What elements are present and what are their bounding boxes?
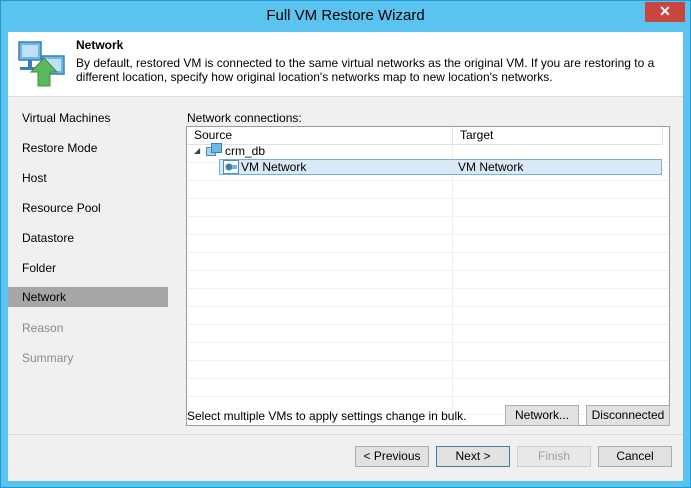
step-reason: Reason xyxy=(22,321,64,335)
network-connections-label: Network connections: xyxy=(187,111,302,125)
network-adapter-icon xyxy=(223,160,239,174)
vm-name[interactable]: crm_db xyxy=(225,142,265,160)
network-source-value: VM Network xyxy=(241,160,307,174)
close-button[interactable]: ✕ xyxy=(645,2,685,22)
collapse-triangle-icon[interactable]: ◢ xyxy=(194,146,200,155)
previous-button[interactable]: < Previous xyxy=(355,446,429,467)
step-header: Network By default, restored VM is conne… xyxy=(8,32,683,97)
disconnected-button[interactable]: Disconnected xyxy=(586,405,670,426)
step-host[interactable]: Host xyxy=(8,168,168,188)
close-icon: ✕ xyxy=(659,3,671,19)
tree-content: ◢ crm_db VM Network VM Network xyxy=(186,126,670,426)
step-description: By default, restored VM is connected to … xyxy=(76,56,655,84)
network-restore-icon xyxy=(18,41,65,87)
step-restore-mode[interactable]: Restore Mode xyxy=(8,138,168,158)
wizard-client-area: Network By default, restored VM is conne… xyxy=(8,32,683,481)
network-button[interactable]: Network... xyxy=(505,405,579,426)
step-virtual-machines[interactable]: Virtual Machines xyxy=(8,108,168,128)
vm-icon xyxy=(206,143,222,156)
footer-separator xyxy=(8,434,683,435)
wizard-window: Full VM Restore Wizard ✕ Network By defa… xyxy=(0,0,691,488)
bulk-hint-text: Select multiple VMs to apply settings ch… xyxy=(187,409,467,423)
title-bar[interactable]: Full VM Restore Wizard ✕ xyxy=(1,1,690,32)
next-button[interactable]: Next > xyxy=(436,446,510,467)
window-title: Full VM Restore Wizard xyxy=(266,7,425,24)
step-network[interactable]: Network xyxy=(8,287,168,307)
cancel-button[interactable]: Cancel xyxy=(598,446,672,467)
finish-button: Finish xyxy=(517,446,591,467)
step-datastore[interactable]: Datastore xyxy=(8,228,168,248)
step-summary: Summary xyxy=(22,351,74,365)
step-resource-pool[interactable]: Resource Pool xyxy=(8,198,168,218)
step-title: Network xyxy=(76,38,124,52)
network-target-value: VM Network xyxy=(458,160,524,174)
step-folder[interactable]: Folder xyxy=(8,258,168,278)
